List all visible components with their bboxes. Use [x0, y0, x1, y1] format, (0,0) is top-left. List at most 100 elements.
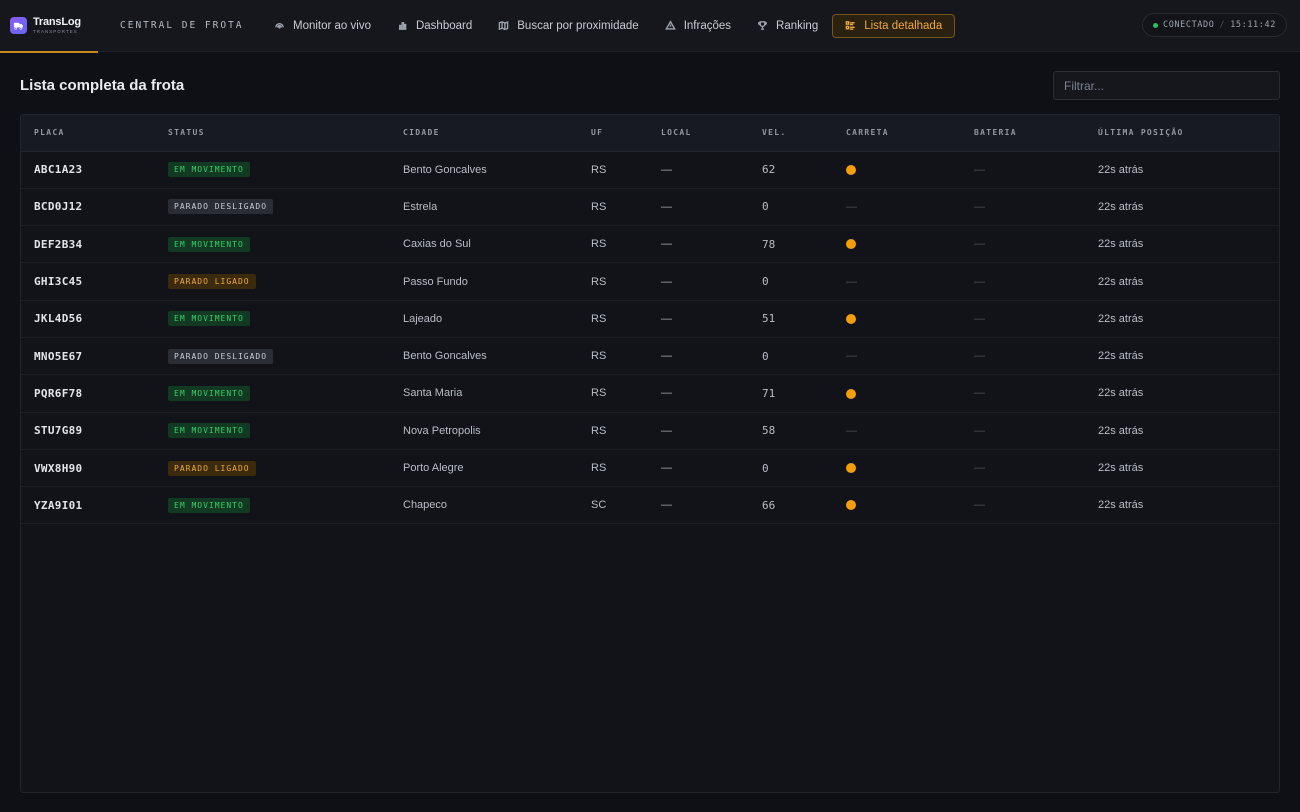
- trophy-icon: [758, 21, 767, 30]
- trailer-attached-icon: [846, 164, 856, 175]
- cell-local: —: [661, 350, 672, 363]
- status-badge: EM MOVIMENTO: [168, 423, 250, 439]
- top-navbar: TransLog TRANSPORTES CENTRAL DE FROTA Mo…: [0, 0, 1300, 53]
- table-row[interactable]: VWX8H90 PARADO LIGADO Porto Alegre RS — 0 — 22s…: [21, 449, 1279, 487]
- cell-bateria: —: [974, 312, 985, 325]
- column-header-ultima-posicao[interactable]: ÚLTIMA POSIÇÃO: [1085, 115, 1279, 151]
- cell-status: PARADO LIGADO: [155, 449, 390, 486]
- fleet-table-container: PLACA STATUS CIDADE UF LOCAL VEL. CARRET…: [20, 114, 1280, 793]
- nav-ranking[interactable]: Ranking: [745, 14, 830, 38]
- table-row[interactable]: YZA9I01 EM MOVIMENTO Chapeco SC — 66 — 22s atrá…: [21, 487, 1279, 524]
- cell-status: PARADO DESLIGADO: [155, 337, 390, 374]
- cell-status: PARADO LIGADO: [155, 263, 390, 300]
- table-row[interactable]: ABC1A23 EM MOVIMENTO Bento Goncalves RS — 62 —…: [21, 151, 1279, 189]
- cell-uf: RS: [591, 312, 607, 325]
- status-badge: PARADO DESLIGADO: [168, 348, 274, 364]
- filter-input[interactable]: [1053, 71, 1280, 100]
- fleet-table: PLACA STATUS CIDADE UF LOCAL VEL. CARRET…: [21, 115, 1279, 524]
- cell-cidade: Nova Petropolis: [403, 424, 481, 437]
- column-header-cidade[interactable]: CIDADE: [390, 115, 578, 151]
- cell-local: —: [661, 462, 672, 475]
- column-header-status[interactable]: STATUS: [155, 115, 390, 151]
- column-header-local[interactable]: LOCAL: [648, 115, 749, 151]
- cell-vel: 0: [762, 461, 769, 475]
- cell-local: —: [661, 387, 672, 400]
- table-row[interactable]: GHI3C45 PARADO LIGADO Passo Fundo RS — 0 — — 22s…: [21, 263, 1279, 301]
- clock: 15:11:42: [1230, 20, 1276, 30]
- status-badge: PARADO LIGADO: [168, 274, 256, 290]
- nav-monitor[interactable]: Monitor ao vivo: [262, 14, 383, 38]
- brand[interactable]: TransLog TRANSPORTES: [0, 0, 98, 53]
- status-badge: PARADO DESLIGADO: [168, 199, 274, 215]
- cell-placa: STU7G89: [34, 424, 83, 438]
- table-header-row: PLACA STATUS CIDADE UF LOCAL VEL. CARRET…: [21, 115, 1279, 151]
- cell-bateria: —: [974, 499, 985, 512]
- status-badge: EM MOVIMENTO: [168, 236, 250, 252]
- cell-cidade: Chapeco: [403, 499, 448, 512]
- table-row[interactable]: MNO5E67 PARADO DESLIGADO Bento Goncalves RS…: [21, 337, 1279, 375]
- cell-uf: RS: [591, 462, 607, 475]
- cell-uf: RS: [591, 238, 607, 251]
- nav-proximity[interactable]: Buscar por proximidade: [486, 14, 650, 38]
- cell-ultima-posicao: 22s atrás: [1098, 499, 1144, 512]
- trailer-attached-icon: [846, 463, 856, 474]
- cell-vel: 62: [762, 163, 776, 177]
- nav-monitor-label: Monitor ao vivo: [293, 19, 371, 32]
- cell-carreta: —: [833, 337, 961, 374]
- cell-placa: DEF2B34: [34, 237, 83, 251]
- cell-local: —: [661, 312, 672, 325]
- cell-ultima-posicao: 22s atrás: [1098, 350, 1144, 363]
- cell-placa: JKL4D56: [34, 312, 83, 326]
- nav-infractions[interactable]: Infrações: [653, 14, 743, 38]
- cell-placa: GHI3C45: [34, 275, 83, 289]
- cell-uf: RS: [591, 275, 607, 288]
- column-header-uf[interactable]: UF: [578, 115, 648, 151]
- cell-uf: RS: [591, 350, 607, 363]
- cell-placa: VWX8H90: [34, 461, 83, 475]
- cell-carreta: [833, 487, 961, 524]
- cell-local: —: [661, 238, 672, 251]
- cell-vel: 0: [762, 349, 769, 363]
- table-row[interactable]: JKL4D56 EM MOVIMENTO Lajeado RS — 51 — 22s atrá…: [21, 300, 1279, 338]
- cell-bateria: —: [974, 163, 985, 176]
- table-row[interactable]: DEF2B34 EM MOVIMENTO Caxias do Sul RS — 78 — 22…: [21, 226, 1279, 263]
- column-header-carreta[interactable]: CARRETA: [833, 115, 961, 151]
- table-row[interactable]: PQR6F78 EM MOVIMENTO Santa Maria RS — 71 — 22s …: [21, 375, 1279, 413]
- trailer-empty: —: [846, 424, 857, 437]
- cell-vel: 71: [762, 386, 776, 400]
- cell-bateria: —: [974, 200, 985, 213]
- nav-proximity-label: Buscar por proximidade: [517, 19, 639, 32]
- truck-logo-icon: [10, 17, 27, 34]
- cell-status: EM MOVIMENTO: [155, 300, 390, 337]
- column-header-bateria[interactable]: BATERIA: [961, 115, 1085, 151]
- cell-status: EM MOVIMENTO: [155, 151, 390, 188]
- cell-placa: YZA9I01: [34, 498, 83, 512]
- cell-carreta: [833, 151, 961, 188]
- cell-cidade: Bento Goncalves: [403, 163, 487, 176]
- bar-chart-icon: [398, 22, 407, 30]
- cell-uf: SC: [591, 499, 607, 512]
- cell-ultima-posicao: 22s atrás: [1098, 163, 1144, 176]
- cell-placa: ABC1A23: [34, 163, 83, 177]
- table-row[interactable]: BCD0J12 PARADO DESLIGADO Estrela RS — 0 — — 22s …: [21, 188, 1279, 226]
- nav-detailed-list-label: Lista detalhada: [864, 19, 943, 32]
- cell-status: EM MOVIMENTO: [155, 375, 390, 412]
- brand-subtitle: TRANSPORTES: [33, 28, 78, 34]
- page-title: Lista completa da frota: [20, 77, 185, 94]
- radar-icon: [275, 22, 284, 29]
- connection-status: CONECTADO / 15:11:42: [1142, 13, 1287, 37]
- cell-local: —: [661, 163, 672, 176]
- cell-carreta: [833, 449, 961, 486]
- status-badge: EM MOVIMENTO: [168, 162, 250, 178]
- table-row[interactable]: STU7G89 EM MOVIMENTO Nova Petropolis RS — 58 —…: [21, 412, 1279, 450]
- nav-detailed-list[interactable]: Lista detalhada: [832, 13, 956, 38]
- cell-cidade: Santa Maria: [403, 387, 463, 400]
- column-header-vel[interactable]: VEL.: [749, 115, 833, 151]
- cell-vel: 51: [762, 312, 776, 326]
- column-header-placa[interactable]: PLACA: [21, 115, 155, 151]
- cell-vel: 78: [762, 237, 776, 251]
- cell-local: —: [661, 499, 672, 512]
- cell-local: —: [661, 424, 672, 437]
- nav-dashboard[interactable]: Dashboard: [385, 14, 484, 38]
- cell-cidade: Caxias do Sul: [403, 238, 471, 251]
